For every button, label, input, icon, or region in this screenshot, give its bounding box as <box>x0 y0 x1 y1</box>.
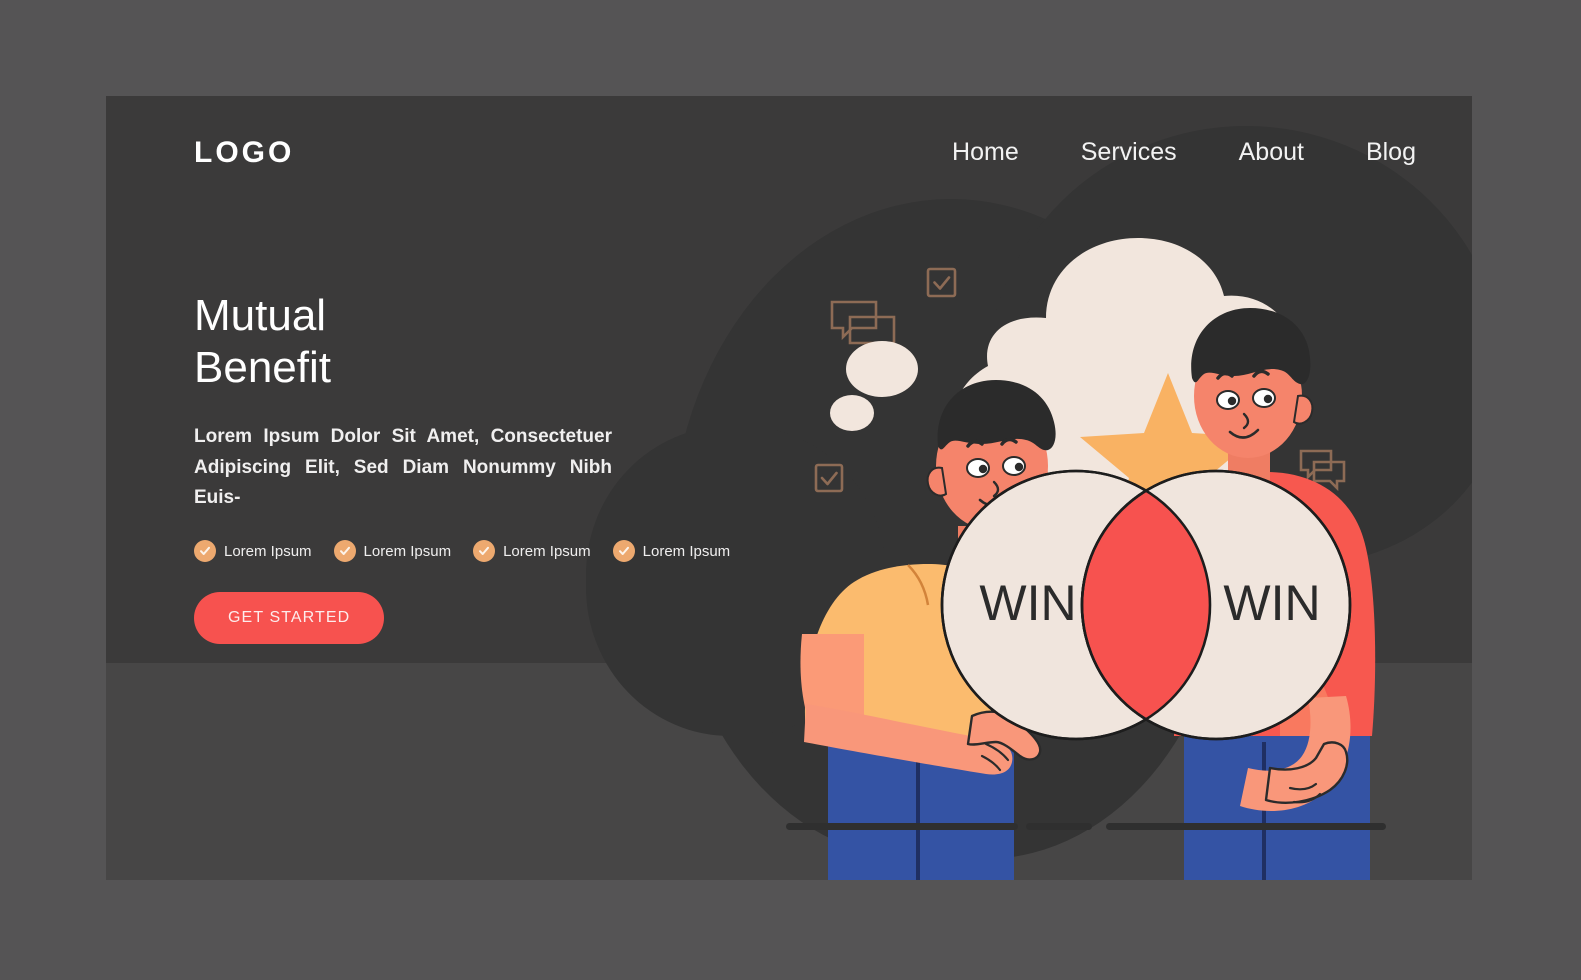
check-icon <box>333 540 356 563</box>
page-title: Mutual Benefit <box>194 291 331 392</box>
nav-item-services[interactable]: Services <box>1081 138 1177 167</box>
win-venn-diagram: WIN WIN <box>940 469 1352 741</box>
site-header: LOGO Home Services About Blog <box>106 96 1472 216</box>
main-navigation: Home Services About Blog <box>952 138 1416 167</box>
feature-label: Lorem Ipsum <box>363 542 452 560</box>
feature-item[interactable]: Lorem Ipsum <box>473 540 591 563</box>
get-started-button[interactable]: GET STARTED <box>194 592 385 645</box>
checkbox-icon <box>814 463 844 493</box>
check-icon <box>473 540 496 563</box>
feature-item[interactable]: Lorem Ipsum <box>333 540 452 563</box>
feature-list: Lorem Ipsum Lorem Ipsum Lorem Ipsum Lore… <box>194 540 730 563</box>
hero-section: Mutual Benefit Lorem Ipsum Dolor Sit Ame… <box>194 290 730 645</box>
nav-item-about[interactable]: About <box>1239 138 1304 167</box>
ground-shadow-lines <box>786 823 1386 830</box>
landing-page-panel: WIN WIN LOGO Home Services About Blog Mu… <box>106 96 1472 880</box>
check-icon <box>194 540 216 563</box>
thought-puff-small <box>846 341 918 397</box>
feature-item[interactable]: Lorem Ipsum <box>612 540 731 563</box>
logo[interactable]: LOGO <box>194 136 294 170</box>
feature-label: Lorem Ipsum <box>224 542 312 560</box>
feature-item[interactable]: Lorem Ipsum <box>194 540 312 563</box>
nav-item-blog[interactable]: Blog <box>1366 138 1416 167</box>
feature-label: Lorem Ipsum <box>642 542 731 560</box>
checkbox-icon <box>926 267 957 298</box>
feature-label: Lorem Ipsum <box>503 542 591 560</box>
win-label-left: WIN <box>979 575 1076 631</box>
hero-subtext: Lorem Ipsum Dolor Sit Amet, Consectetuer… <box>194 425 612 509</box>
win-label-right: WIN <box>1223 575 1320 631</box>
thought-puff-smaller <box>830 395 874 431</box>
screenshot-canvas: WIN WIN LOGO Home Services About Blog Mu… <box>0 0 1581 980</box>
check-icon <box>612 540 635 563</box>
nav-item-home[interactable]: Home <box>952 138 1019 167</box>
